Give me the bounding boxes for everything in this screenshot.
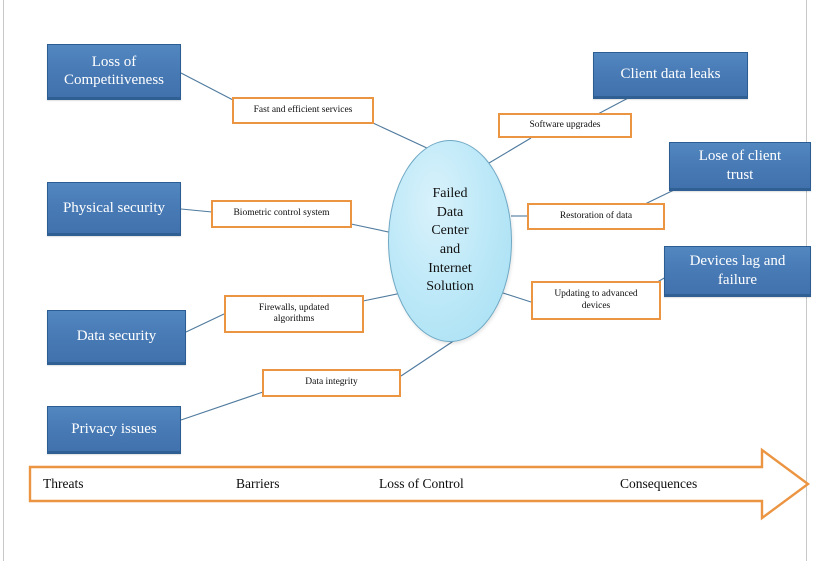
consequence-box-devices-lag-and-failure[interactable]: Devices lag and failure: [664, 246, 811, 297]
connector-data-security-to-firewalls: [185, 313, 225, 333]
connector-center-to-software-upgrades: [483, 137, 532, 167]
barrier-box-firewalls-updated-algorithms[interactable]: Firewalls, updated algorithms: [224, 295, 364, 333]
barrier-box-biometric-control-system[interactable]: Biometric control system: [211, 200, 352, 228]
connector-center-to-updating-devices: [499, 291, 532, 303]
center-node-failed-data-center[interactable]: Failed Data Center and Internet Solution: [388, 140, 512, 342]
consequence-box-label: Client data leaks: [620, 66, 721, 83]
consequence-box-label: Devices lag and failure: [689, 253, 786, 288]
barrier-box-label: Fast and efficient services: [253, 104, 353, 115]
connector-competitiveness-to-fast-services: [180, 72, 234, 101]
connector-privacy-to-data-integrity: [180, 391, 264, 421]
barrier-box-fast-and-efficient-services[interactable]: Fast and efficient services: [232, 97, 374, 124]
threat-box-loss-of-competitiveness[interactable]: Loss of Competitiveness: [47, 44, 181, 100]
barrier-box-label: Biometric control system: [233, 208, 330, 219]
barrier-box-data-integrity[interactable]: Data integrity: [262, 369, 401, 397]
barrier-box-label: Software upgrades: [529, 119, 601, 130]
consequence-box-label: Lose of client trust: [698, 148, 782, 183]
band-label-threats: Threats: [43, 476, 84, 491]
threat-box-label: Privacy issues: [71, 420, 157, 437]
connector-physical-security-to-biometric: [180, 208, 213, 213]
consequence-box-client-data-leaks[interactable]: Client data leaks: [593, 52, 748, 99]
threat-box-physical-security[interactable]: Physical security: [47, 182, 181, 236]
threat-box-label: Loss of Competitiveness: [64, 53, 164, 88]
diagram-canvas: Failed Data Center and Internet Solution…: [0, 0, 818, 561]
barrier-box-restoration-of-data[interactable]: Restoration of data: [527, 203, 665, 230]
barrier-box-label: Data integrity: [305, 377, 358, 388]
threat-box-label: Physical security: [62, 199, 166, 216]
barrier-box-label: Updating to advanced devices: [554, 289, 638, 311]
barrier-box-updating-to-advanced-devices[interactable]: Updating to advanced devices: [531, 281, 661, 320]
center-node-label: Failed Data Center and Internet Solution: [426, 186, 474, 295]
threat-box-label: Data security: [76, 328, 157, 345]
barrier-box-label: Restoration of data: [559, 210, 633, 221]
consequence-box-lose-of-client-trust[interactable]: Lose of client trust: [669, 142, 811, 191]
barrier-box-label: Firewalls, updated algorithms: [258, 302, 330, 324]
band-label-consequences: Consequences: [620, 476, 698, 491]
threat-box-data-security[interactable]: Data security: [47, 310, 186, 365]
band-label-loss-of-control: Loss of Control: [379, 476, 464, 491]
barrier-box-software-upgrades[interactable]: Software upgrades: [498, 113, 632, 138]
band-label-barriers: Barriers: [236, 476, 280, 491]
